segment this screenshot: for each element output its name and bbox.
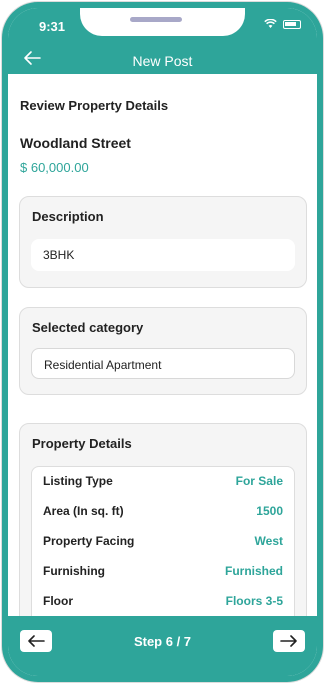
app-header: 9:31 New Post bbox=[8, 8, 317, 74]
wifi-icon bbox=[264, 19, 277, 28]
description-card: Description 3BHK bbox=[19, 196, 307, 288]
next-step-button[interactable] bbox=[273, 630, 305, 652]
detail-row: Area (In sq. ft) 1500 bbox=[43, 501, 283, 521]
detail-label: Area (In sq. ft) bbox=[43, 504, 124, 518]
detail-label: Furnishing bbox=[43, 564, 105, 578]
property-price: $ 60,000.00 bbox=[20, 160, 89, 175]
arrow-right-icon bbox=[280, 635, 297, 647]
category-label: Selected category bbox=[32, 320, 144, 335]
detail-value: 1500 bbox=[256, 504, 283, 518]
property-details-label: Property Details bbox=[32, 436, 132, 451]
detail-row: Property Facing West bbox=[43, 531, 283, 551]
category-card: Selected category Residential Apartment bbox=[19, 307, 307, 395]
status-icons bbox=[264, 19, 301, 29]
detail-row: Floor Floors 3-5 bbox=[43, 591, 283, 611]
detail-label: Property Facing bbox=[43, 534, 135, 548]
detail-label: Floor bbox=[43, 594, 73, 608]
description-field[interactable]: 3BHK bbox=[31, 239, 295, 271]
property-details-card: Property Details Listing Type For Sale A… bbox=[19, 423, 307, 626]
detail-value: Floors 3-5 bbox=[225, 594, 283, 608]
detail-row: Listing Type For Sale bbox=[43, 471, 283, 491]
property-name: Woodland Street bbox=[20, 135, 131, 151]
property-details-list: Listing Type For Sale Area (In sq. ft) 1… bbox=[31, 466, 295, 626]
phone-frame: 9:31 New Post Review Property Details Wo… bbox=[2, 2, 323, 682]
battery-icon bbox=[283, 19, 301, 29]
review-section-title: Review Property Details bbox=[20, 98, 169, 113]
category-field[interactable]: Residential Apartment bbox=[31, 348, 295, 379]
scroll-content[interactable]: Review Property Details Woodland Street … bbox=[8, 74, 317, 626]
status-time: 9:31 bbox=[39, 19, 66, 34]
detail-value: West bbox=[254, 534, 283, 548]
step-indicator: Step 6 / 7 bbox=[133, 634, 192, 649]
detail-value: Furnished bbox=[224, 564, 283, 578]
device-notch bbox=[80, 8, 245, 36]
page-title: New Post bbox=[132, 53, 193, 69]
detail-row: Furnishing Furnished bbox=[43, 561, 283, 581]
speaker-grille bbox=[130, 17, 182, 22]
step-footer: Step 6 / 7 bbox=[8, 616, 317, 676]
app-screen: 9:31 New Post Review Property Details Wo… bbox=[8, 8, 317, 676]
detail-label: Listing Type bbox=[43, 474, 113, 488]
description-label: Description bbox=[32, 209, 104, 224]
detail-value: For Sale bbox=[235, 474, 283, 488]
